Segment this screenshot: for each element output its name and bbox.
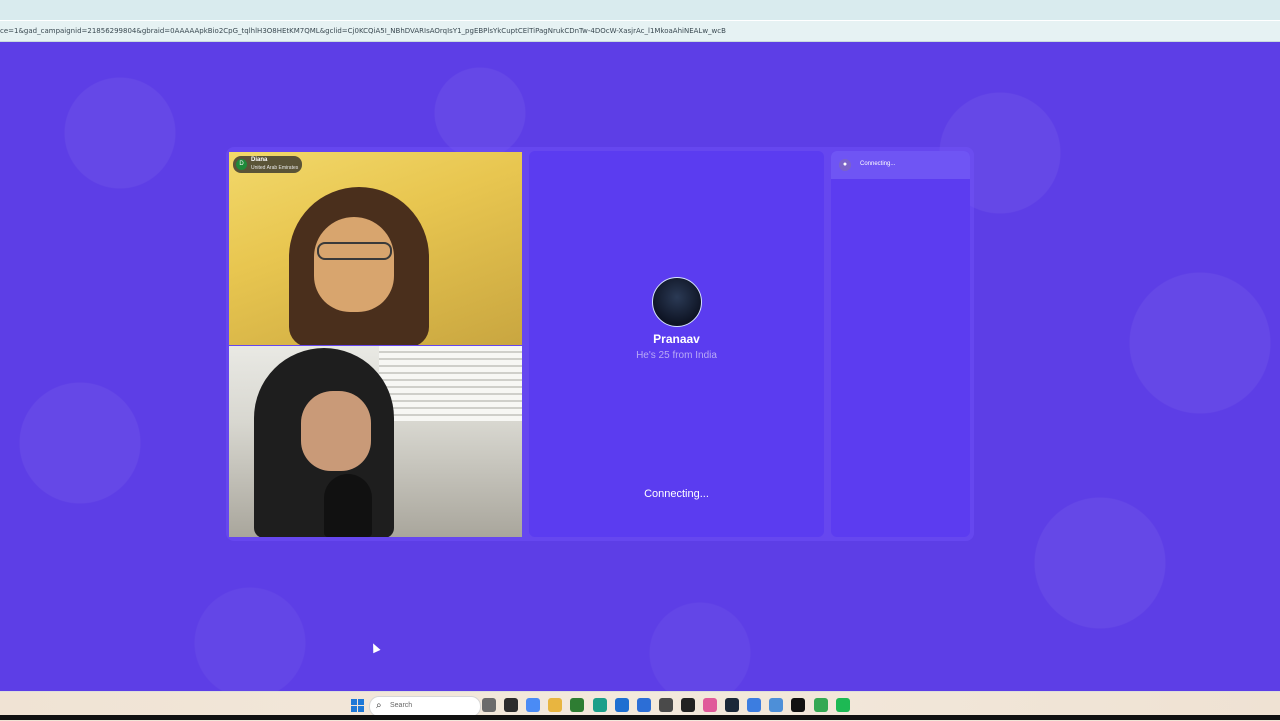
- browser-top-bar: [0, 0, 1280, 20]
- side-connecting-status: Connecting...: [860, 161, 896, 167]
- video-person-glasses: [317, 242, 392, 260]
- file-explorer-icon[interactable]: [504, 698, 519, 712]
- video-person-face: [314, 217, 394, 312]
- spotify-icon[interactable]: [835, 698, 850, 712]
- camera-feed-top: [229, 152, 522, 345]
- folder-icon[interactable]: [548, 698, 563, 712]
- chrome-alt-icon[interactable]: [813, 698, 828, 712]
- user-country: United Arab Emirates: [251, 165, 299, 171]
- microphone: [324, 474, 372, 537]
- discord-icon[interactable]: [703, 698, 717, 712]
- self-video: [229, 346, 522, 537]
- connecting-status: Connecting...: [644, 488, 709, 500]
- bottom-strip: [0, 715, 1280, 720]
- address-bar[interactable]: ce=1&gad_campaignid=21856299804&gbraid=0…: [0, 20, 1280, 42]
- nvidia-icon[interactable]: [570, 698, 585, 712]
- camera-feed-bottom: [229, 346, 522, 537]
- vpn-icon[interactable]: [658, 698, 673, 712]
- monkey-icon: ●: [839, 159, 851, 171]
- partner-video: [229, 152, 522, 345]
- partner-info: He's 25 from India: [636, 350, 717, 361]
- window-blinds: [379, 346, 522, 421]
- terminal-icon[interactable]: [680, 698, 695, 712]
- app-m-icon[interactable]: [791, 698, 806, 712]
- store-icon[interactable]: [614, 698, 629, 712]
- partner-avatar[interactable]: [652, 277, 702, 327]
- chrome-icon[interactable]: [526, 698, 541, 712]
- widgets-icon[interactable]: [482, 698, 496, 712]
- edge-icon[interactable]: [592, 698, 607, 712]
- user-tag[interactable]: D Diana United Arab Emirates: [233, 156, 302, 173]
- steam-icon[interactable]: [725, 698, 740, 712]
- user-name: Diana: [251, 157, 268, 163]
- search-placeholder: Search: [390, 702, 413, 709]
- side-panel-header: ● Connecting...: [831, 151, 970, 179]
- user-avatar: D: [236, 159, 247, 170]
- partner-panel: Pranaav He's 25 from India Connecting...: [529, 151, 824, 537]
- video-person-face-2: [301, 391, 371, 471]
- side-panel: ● Connecting...: [831, 151, 970, 537]
- url-text[interactable]: ce=1&gad_campaignid=21856299804&gbraid=0…: [0, 27, 1270, 35]
- search-icon: ⌕: [376, 700, 382, 711]
- notes-icon[interactable]: [769, 698, 784, 712]
- mail-icon[interactable]: [636, 698, 651, 712]
- browser-icon[interactable]: [747, 698, 762, 712]
- taskbar-search[interactable]: ⌕ Search: [369, 696, 481, 717]
- partner-name: Pranaav: [653, 332, 700, 346]
- windows-start-icon[interactable]: [351, 699, 364, 712]
